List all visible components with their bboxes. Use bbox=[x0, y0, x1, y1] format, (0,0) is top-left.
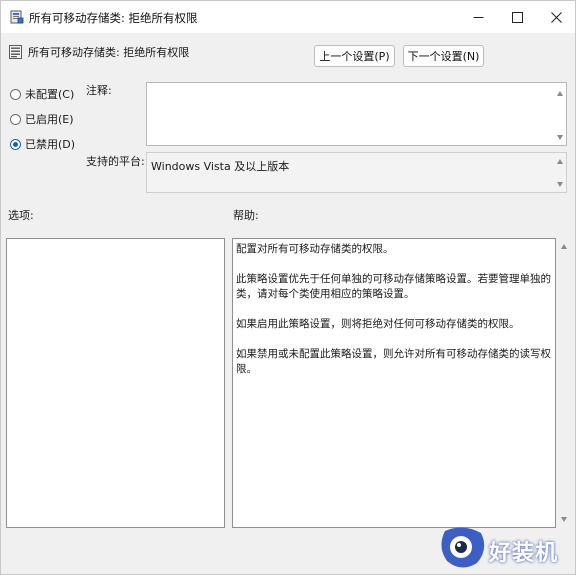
minimize-icon bbox=[473, 16, 483, 18]
help-scroll-down-icon[interactable] bbox=[561, 517, 567, 522]
next-setting-button[interactable]: 下一个设置(N) bbox=[403, 45, 484, 67]
comment-label: 注释: bbox=[86, 84, 112, 97]
scroll-down-arrow-icon[interactable] bbox=[557, 135, 563, 140]
watermark-logo: 好装机 bbox=[439, 525, 573, 571]
maximize-icon bbox=[511, 11, 523, 23]
scroll-up-arrow-icon[interactable] bbox=[557, 159, 563, 164]
radio-label: 已禁用(D) bbox=[25, 138, 76, 151]
radio-label: 未配置(C) bbox=[25, 88, 75, 101]
close-button[interactable] bbox=[537, 1, 575, 33]
platform-label: 支持的平台: bbox=[86, 155, 145, 168]
options-label: 选项: bbox=[8, 209, 34, 222]
help-paragraph: 如果启用此策略设置，则将拒绝对任何可移动存储类的权限。 bbox=[236, 318, 520, 330]
window-title: 所有可移动存储类: 拒绝所有权限 bbox=[29, 11, 198, 25]
radio-disabled[interactable]: 已禁用(D) bbox=[10, 136, 75, 152]
watermark-text: 好装机 bbox=[489, 541, 559, 566]
help-label: 帮助: bbox=[233, 209, 259, 222]
radio-enabled[interactable]: 已启用(E) bbox=[10, 111, 74, 127]
policy-app-icon bbox=[10, 10, 24, 24]
help-paragraph: 此策略设置优先于任何单独的可移动存储策略设置。若要管理单独的类，请对每个类使用相… bbox=[236, 273, 551, 300]
radio-circle bbox=[10, 138, 21, 150]
radio-label: 已启用(E) bbox=[25, 113, 74, 126]
radio-circle bbox=[10, 88, 21, 100]
scroll-up-arrow-icon[interactable] bbox=[557, 91, 563, 96]
previous-setting-button[interactable]: 上一个设置(P) bbox=[314, 45, 395, 67]
platform-value: Windows Vista 及以上版本 bbox=[151, 160, 290, 173]
radio-circle bbox=[10, 113, 21, 125]
policy-setting-icon bbox=[9, 45, 22, 59]
help-scroll-up-icon[interactable] bbox=[561, 244, 567, 249]
policy-title: 所有可移动存储类: 拒绝所有权限 bbox=[28, 46, 190, 59]
options-panel bbox=[6, 238, 225, 528]
help-paragraph: 配置对所有可移动存储类的权限。 bbox=[236, 243, 394, 255]
maximize-button[interactable] bbox=[498, 1, 536, 33]
watermark-eye-icon bbox=[441, 527, 485, 568]
policy-settings-window: 所有可移动存储类: 拒绝所有权限 所有可移动存储类: 拒绝所有权限 上一个设置(… bbox=[0, 0, 576, 575]
comment-textarea[interactable] bbox=[146, 82, 567, 146]
minimize-button[interactable] bbox=[459, 1, 497, 33]
title-bar[interactable]: 所有可移动存储类: 拒绝所有权限 bbox=[1, 1, 575, 33]
help-panel[interactable]: 配置对所有可移动存储类的权限。 此策略设置优先于任何单独的可移动存储策略设置。若… bbox=[232, 238, 556, 528]
scroll-down-arrow-icon[interactable] bbox=[557, 182, 563, 187]
platform-field: Windows Vista 及以上版本 bbox=[146, 152, 567, 193]
radio-not-configured[interactable]: 未配置(C) bbox=[10, 86, 74, 102]
help-paragraph: 如果禁用或未配置此策略设置，则允许对所有可移动存储类的读写权限。 bbox=[236, 348, 551, 375]
close-icon bbox=[550, 11, 562, 23]
help-text: 配置对所有可移动存储类的权限。 此策略设置优先于任何单独的可移动存储策略设置。若… bbox=[236, 242, 554, 392]
